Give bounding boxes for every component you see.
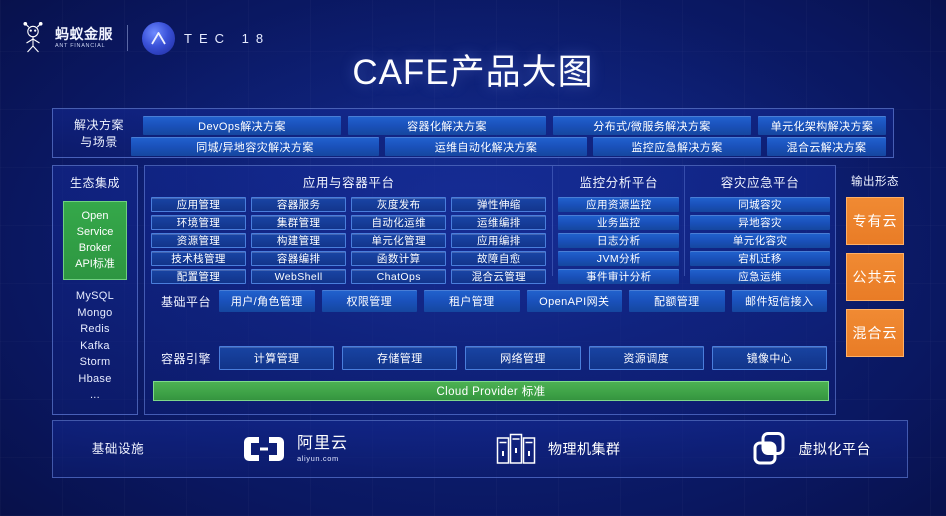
- dr-chip-1[interactable]: 异地容灾: [690, 215, 830, 230]
- disaster-recovery-platform: 容灾应急平台 同城容灾 异地容灾 单元化容灾 宕机迁移 应急运维: [685, 166, 835, 284]
- infrastructure-label: 基础设施: [91, 441, 145, 456]
- app-chip-11[interactable]: 应用编排: [451, 233, 547, 248]
- output-forms-label: 输出形态: [851, 176, 899, 188]
- server-rack-icon: [496, 433, 536, 464]
- monitor-platform-title: 监控分析平台: [579, 176, 659, 190]
- app-chip-6[interactable]: 自动化运维: [351, 215, 447, 230]
- app-platform-chip-grid: 应用管理 容器服务 灰度发布 弹性伸缩 环境管理 集群管理 自动化运维 运维编排…: [151, 197, 547, 284]
- engine-chip-3[interactable]: 资源调度: [588, 346, 704, 370]
- monitor-platform-chip-list: 应用资源监控 业务监控 日志分析 JVM分析 事件审计分析: [558, 197, 680, 284]
- dr-platform-chip-list: 同城容灾 异地容灾 单元化容灾 宕机迁移 应急运维: [690, 197, 830, 284]
- page-title: CAFE产品大图: [352, 53, 594, 92]
- output-box-private-cloud[interactable]: 专有云: [846, 197, 904, 245]
- list-item: Mongo: [77, 306, 113, 319]
- base-chip-4[interactable]: 配额管理: [629, 290, 725, 312]
- solutions-panel: 解决方案 与场景 DevOps解决方案 容器化解决方案 分布式/微服务解决方案 …: [52, 108, 894, 158]
- monitor-chip-0[interactable]: 应用资源监控: [558, 197, 680, 212]
- app-platform-title: 应用与容器平台: [302, 176, 395, 190]
- engine-chip-1[interactable]: 存储管理: [342, 346, 458, 370]
- ecosystem-label: 生态集成: [69, 176, 120, 190]
- core-platform-panel: 应用与容器平台 应用管理 容器服务 灰度发布 弹性伸缩 环境管理 集群管理 自动…: [144, 165, 836, 415]
- monitor-chip-1[interactable]: 业务监控: [558, 215, 680, 230]
- vmware-squares-icon: [753, 432, 785, 465]
- dr-chip-0[interactable]: 同城容灾: [690, 197, 830, 212]
- solution-chip-ops-automation[interactable]: 运维自动化解决方案: [385, 137, 587, 156]
- solution-chip-hybrid-cloud[interactable]: 混合云解决方案: [767, 137, 886, 156]
- app-chip-7[interactable]: 运维编排: [451, 215, 547, 230]
- app-chip-2[interactable]: 灰度发布: [351, 197, 447, 212]
- app-chip-12[interactable]: 技术栈管理: [151, 251, 247, 266]
- base-chip-2[interactable]: 租户管理: [424, 290, 520, 312]
- solution-chip-monitoring-emergency[interactable]: 监控应急解决方案: [593, 137, 761, 156]
- aliyun-domain-text: aliyun.com: [297, 453, 339, 463]
- list-item: MySQL: [75, 290, 115, 302]
- aliyun-name-text: 阿里云: [297, 434, 349, 452]
- osb-line-1: Open: [81, 210, 109, 222]
- engine-chip-4[interactable]: 镜像中心: [711, 346, 828, 370]
- container-engine-label: 容器引擎: [160, 351, 211, 366]
- container-engine-row: 容器引擎 计算管理 存储管理 网络管理 资源调度 镜像中心: [145, 341, 835, 375]
- osb-line-4: API标准: [75, 258, 115, 270]
- engine-chip-0[interactable]: 计算管理: [219, 346, 335, 370]
- ant-logo-cn-text: 蚂蚁金服: [55, 25, 113, 42]
- list-item: Hbase: [78, 372, 112, 385]
- list-item: Redis: [80, 323, 110, 335]
- platforms-row: 应用与容器平台 应用管理 容器服务 灰度发布 弹性伸缩 环境管理 集群管理 自动…: [145, 166, 835, 284]
- dr-chip-2[interactable]: 单元化容灾: [690, 233, 830, 248]
- app-chip-10[interactable]: 单元化管理: [351, 233, 447, 248]
- solution-chip-containerization[interactable]: 容器化解决方案: [348, 116, 546, 135]
- cloud-provider-bar[interactable]: Cloud Provider 标准: [153, 381, 829, 401]
- solution-chip-disaster-recovery[interactable]: 同城/异地容灾解决方案: [131, 137, 379, 156]
- base-chip-5[interactable]: 邮件短信接入: [731, 290, 827, 312]
- app-container-platform: 应用与容器平台 应用管理 容器服务 灰度发布 弹性伸缩 环境管理 集群管理 自动…: [145, 166, 554, 284]
- base-platform-chip-list: 用户/角色管理 权限管理 租户管理 OpenAPI网关 配额管理 邮件短信接入: [219, 290, 827, 312]
- open-service-broker-box[interactable]: Open Service Broker API标准: [63, 201, 127, 280]
- app-chip-8[interactable]: 资源管理: [151, 233, 247, 248]
- osb-line-3: Broker: [78, 242, 112, 254]
- container-engine-chip-list: 计算管理 存储管理 网络管理 资源调度 镜像中心: [219, 346, 828, 370]
- solution-chip-microservice[interactable]: 分布式/微服务解决方案: [553, 116, 751, 135]
- app-chip-14[interactable]: 函数计算: [351, 251, 447, 266]
- app-chip-15[interactable]: 故障自愈: [451, 251, 547, 266]
- virtualization-text: 虚拟化平台: [798, 441, 872, 457]
- base-platform-label: 基础平台: [160, 294, 211, 309]
- app-chip-1[interactable]: 容器服务: [251, 197, 347, 212]
- engine-chip-2[interactable]: 网络管理: [465, 346, 581, 370]
- osb-line-2: Service: [76, 226, 114, 238]
- monitor-chip-2[interactable]: 日志分析: [558, 233, 680, 248]
- solution-chip-unitized-arch[interactable]: 单元化架构解决方案: [758, 116, 886, 135]
- ecosystem-item-list: MySQL Mongo Redis Kafka Storm Hbase ...: [53, 288, 137, 404]
- app-chip-0[interactable]: 应用管理: [151, 197, 247, 212]
- dr-platform-title: 容灾应急平台: [720, 176, 800, 190]
- base-chip-0[interactable]: 用户/角色管理: [219, 290, 315, 312]
- list-item: ...: [89, 389, 101, 401]
- app-chip-9[interactable]: 构建管理: [251, 233, 347, 248]
- list-item: Kafka: [80, 339, 110, 352]
- infra-item-physical-cluster[interactable]: 物理机集群: [496, 433, 621, 465]
- app-chip-13[interactable]: 容器编排: [251, 251, 347, 266]
- dr-chip-3[interactable]: 宕机迁移: [690, 251, 830, 266]
- base-platform-row: 基础平台 用户/角色管理 权限管理 租户管理 OpenAPI网关 配额管理 邮件…: [145, 281, 835, 321]
- output-box-hybrid-cloud[interactable]: 混合云: [846, 309, 904, 357]
- ecosystem-panel: 生态集成 Open Service Broker API标准 MySQL Mon…: [52, 165, 138, 415]
- solutions-label: 解决方案 与场景: [73, 118, 124, 149]
- aliyun-logo-icon: [244, 437, 284, 461]
- infra-item-aliyun[interactable]: 阿里云 aliyun.com: [243, 434, 348, 464]
- app-chip-5[interactable]: 集群管理: [251, 215, 347, 230]
- monitor-chip-3[interactable]: JVM分析: [558, 251, 680, 266]
- infra-item-virtualization[interactable]: 虚拟化平台: [751, 432, 872, 466]
- app-chip-3[interactable]: 弹性伸缩: [451, 197, 547, 212]
- output-forms-panel: 输出形态 专有云 公共云 混合云: [842, 165, 908, 415]
- base-chip-1[interactable]: 权限管理: [321, 290, 417, 312]
- list-item: Storm: [79, 356, 111, 368]
- base-chip-3[interactable]: OpenAPI网关: [526, 290, 622, 312]
- physical-cluster-text: 物理机集群: [548, 441, 621, 457]
- monitor-analysis-platform: 监控分析平台 应用资源监控 业务监控 日志分析 JVM分析 事件审计分析: [553, 166, 686, 284]
- infrastructure-items: 阿里云 aliyun.com 物理机集群 虚拟化平台: [183, 432, 907, 466]
- solution-chip-devops[interactable]: DevOps解决方案: [143, 116, 341, 135]
- app-chip-4[interactable]: 环境管理: [151, 215, 247, 230]
- output-box-public-cloud[interactable]: 公共云: [846, 253, 904, 301]
- infrastructure-panel: 基础设施 阿里云 aliyun.com 物理机集群 虚拟化平台: [52, 420, 908, 478]
